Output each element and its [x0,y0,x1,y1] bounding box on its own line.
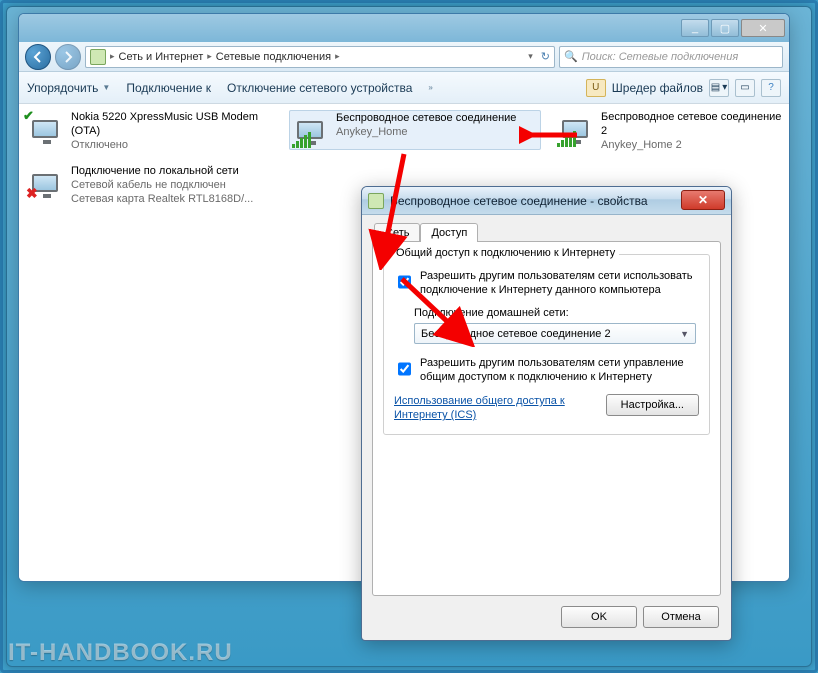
chevron-down-icon: ▼ [102,83,110,92]
chevron-right-icon: ▸ [335,51,340,62]
connection-detail: Сетевая карта Realtek RTL8168D/... [71,192,253,206]
signal-bars-icon [557,131,576,147]
checkbox[interactable] [398,357,411,381]
explorer-titlebar[interactable]: _ ▢ ✕ [19,14,789,42]
tab-panel-sharing: Общий доступ к подключению к Интернету Р… [372,241,721,596]
connection-detail: Anykey_Home 2 [601,138,785,152]
modem-icon: ✔ [25,110,65,148]
preview-pane-button[interactable]: ▭ [735,79,755,97]
connection-item-wifi2[interactable]: Беспроводное сетевое соединение 2 Anykey… [555,110,785,152]
explorer-nav: ▸ Сеть и Интернет ▸ Сетевые подключения … [19,42,789,72]
connection-name: Беспроводное сетевое соединение 2 [601,110,785,138]
search-input[interactable]: 🔍 Поиск: Сетевые подключения [559,46,783,68]
group-legend: Общий доступ к подключению к Интернету [392,247,619,259]
connection-detail: Anykey_Home [336,125,516,139]
properties-dialog: Беспроводное сетевое соединение - свойст… [361,186,732,641]
connection-item-wifi-selected[interactable]: Беспроводное сетевое соединение Anykey_H… [289,110,541,150]
select-value: Беспроводное сетевое соединение 2 [421,328,611,340]
connection-name: Nokia 5220 XpressMusic USB Modem (OTA) [71,110,285,138]
ok-button[interactable]: OK [561,606,637,628]
checkbox-label: Разрешить другим пользователям сети испо… [420,269,699,297]
checkbox-label: Разрешить другим пользователям сети упра… [420,356,699,384]
ok-badge-icon: ✔ [23,108,37,122]
cancel-button[interactable]: Отмена [643,606,719,628]
disable-device-button[interactable]: Отключение сетевого устройства [227,81,412,95]
dialog-footer: OK Отмена [372,596,721,630]
ics-groupbox: Общий доступ к подключению к Интернету Р… [383,254,710,435]
help-button[interactable]: ? [761,79,781,97]
refresh-icon[interactable]: ↻ [541,50,550,63]
chevron-right-icon: ▸ [207,51,212,62]
tab-strip: Сеть Доступ [374,223,721,242]
back-button[interactable] [25,44,51,70]
search-placeholder: Поиск: Сетевые подключения [582,51,739,63]
allow-sharing-checkbox[interactable]: Разрешить другим пользователям сети испо… [394,269,699,297]
arrow-right-icon [62,51,74,63]
wifi-icon [290,111,330,149]
checkbox[interactable] [398,270,411,294]
home-connection-select[interactable]: Беспроводное сетевое соединение 2 ▼ [414,323,696,344]
connection-name: Беспроводное сетевое соединение [336,111,516,125]
wifi-icon [555,110,595,148]
minimize-button[interactable]: _ [681,19,709,37]
file-shredder-button[interactable]: Шредер файлов [612,81,703,95]
shredder-icon: U [586,79,606,97]
organize-menu[interactable]: Упорядочить▼ [27,81,110,95]
address-bar[interactable]: ▸ Сеть и Интернет ▸ Сетевые подключения … [85,46,555,68]
forward-button[interactable] [55,44,81,70]
connection-name: Подключение по локальной сети [71,164,253,178]
close-button[interactable]: ✕ [741,19,785,37]
lan-icon: ✖ [25,164,65,202]
connection-item-lan[interactable]: ✖ Подключение по локальной сети Сетевой … [25,164,285,206]
chevron-down-icon: ▼ [680,329,689,339]
tab-network[interactable]: Сеть [374,223,420,242]
ics-help-link[interactable]: Использование общего доступа к Интернету… [394,394,594,422]
dialog-title: Беспроводное сетевое соединение - свойст… [390,194,648,208]
connection-status: Сетевой кабель не подключен [71,178,253,192]
adapter-icon [368,193,384,209]
chevron-right-icon: ▸ [110,51,115,62]
error-badge-icon: ✖ [26,187,40,201]
more-chevron-icon[interactable]: » [428,83,432,92]
dialog-close-button[interactable]: ✕ [681,190,725,210]
view-options-button[interactable]: ▤▾ [709,79,729,97]
breadcrumb-item[interactable]: Сеть и Интернет [119,51,204,63]
home-connection-label: Подключение домашней сети: [414,307,699,319]
explorer-toolbar: Упорядочить▼ Подключение к Отключение се… [19,72,789,104]
allow-control-checkbox[interactable]: Разрешить другим пользователям сети упра… [394,356,699,384]
dialog-titlebar[interactable]: Беспроводное сетевое соединение - свойст… [362,187,731,215]
connection-item-modem[interactable]: ✔ Nokia 5220 XpressMusic USB Modem (OTA)… [25,110,285,152]
signal-bars-icon [292,132,311,148]
connection-status: Отключено [71,138,285,152]
arrow-left-icon [32,51,44,63]
watermark: IT-HANDBOOK.RU [8,639,233,667]
settings-button[interactable]: Настройка... [606,394,699,416]
maximize-button[interactable]: ▢ [711,19,739,37]
search-icon: 🔍 [564,50,578,63]
tab-sharing[interactable]: Доступ [420,223,478,242]
network-folder-icon [90,49,106,65]
chevron-down-icon[interactable]: ▾ [528,51,533,62]
connect-to-button[interactable]: Подключение к [126,81,211,95]
breadcrumb-item[interactable]: Сетевые подключения [216,51,331,63]
